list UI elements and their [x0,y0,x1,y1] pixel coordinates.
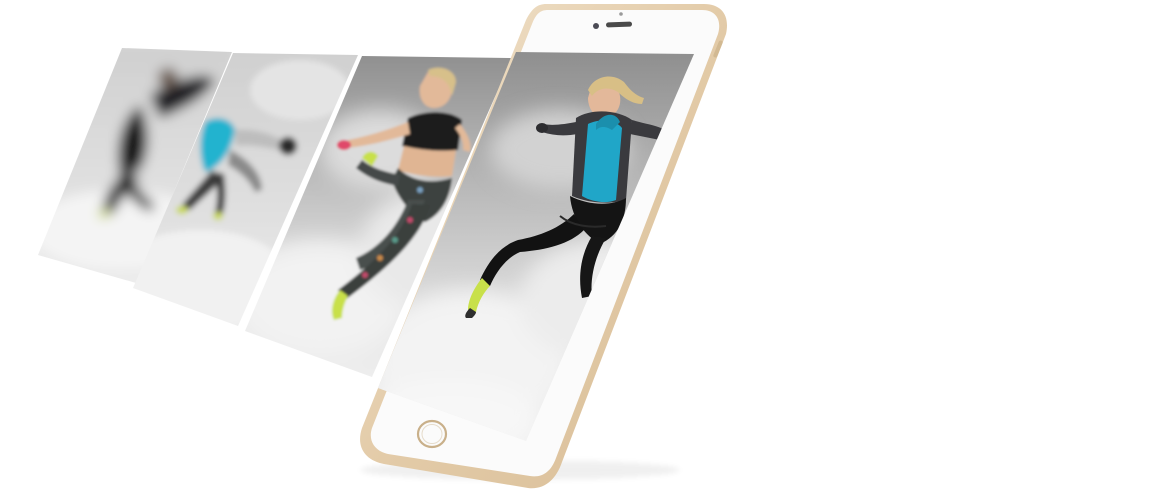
proximity-sensor-icon [619,12,623,16]
promo-scene [0,0,1170,500]
scene-graphic [38,4,728,489]
home-button-icon[interactable] [416,419,448,449]
earpiece-speaker-icon [606,21,633,28]
front-camera-icon [593,23,599,29]
